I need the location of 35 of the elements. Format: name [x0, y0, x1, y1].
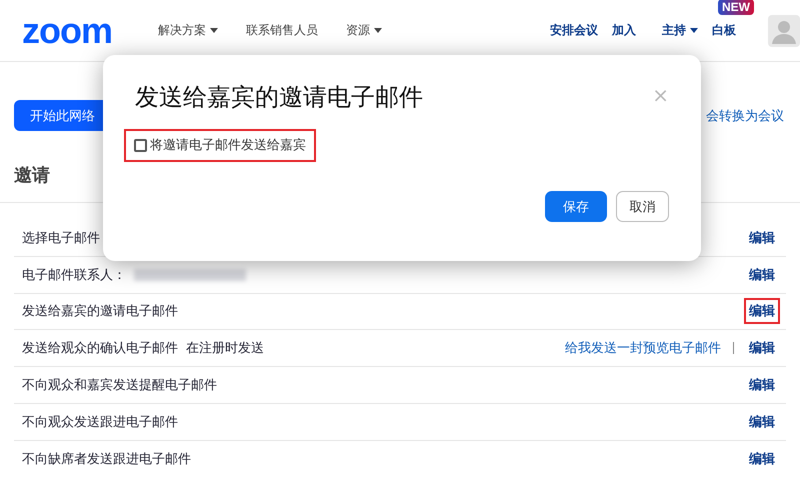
edit-link[interactable]: 编辑 — [746, 226, 778, 249]
cancel-button[interactable]: 取消 — [616, 191, 669, 222]
nav-link[interactable]: 白板 — [712, 22, 736, 39]
setting-label: 选择电子邮件 — [22, 230, 100, 247]
nav-link[interactable]: 解决方案 — [158, 22, 218, 39]
preview-email-link[interactable]: 给我发送一封预览电子邮件 — [565, 339, 721, 358]
save-button[interactable]: 保存 — [545, 191, 607, 222]
edit-link[interactable]: 编辑 — [746, 374, 778, 396]
caret-icon — [374, 28, 382, 33]
edit-link[interactable]: 编辑 — [746, 448, 778, 470]
edit-link[interactable]: 编辑 — [746, 410, 778, 433]
nav-link[interactable]: 主持 — [662, 22, 698, 39]
caret-icon — [210, 28, 218, 33]
nav-link[interactable]: 联系销售人员 — [246, 22, 318, 39]
nav-link[interactable]: 安排会议 — [550, 22, 598, 39]
setting-label: 不向观众发送跟进电子邮件 — [22, 414, 178, 431]
setting-label: 不向观众和嘉宾发送提醒电子邮件 — [22, 377, 217, 394]
new-badge: NEW — [718, 0, 754, 14]
setting-label: 电子邮件联系人： — [22, 266, 126, 284]
setting-value: 在注册时发送 — [186, 340, 264, 358]
edit-link[interactable]: 编辑 — [746, 300, 778, 322]
convert-link[interactable]: 会转换为会议 — [706, 106, 784, 124]
edit-link[interactable]: 编辑 — [746, 337, 778, 360]
avatar-icon[interactable] — [768, 14, 800, 46]
edit-link[interactable]: 编辑 — [746, 264, 778, 286]
nav-link[interactable]: 资源 — [346, 22, 382, 39]
nav-link[interactable]: 加入 — [612, 22, 636, 39]
dialog-title: 发送给嘉宾的邀请电子邮件 — [135, 82, 423, 113]
checkbox-option[interactable]: 将邀请电子邮件发送给嘉宾 — [126, 131, 314, 160]
setting-label: 不向缺席者发送跟进电子邮件 — [22, 451, 191, 468]
tab[interactable]: 邀请 — [14, 159, 50, 203]
setting-label: 发送给观众的确认电子邮件 — [22, 340, 178, 358]
setting-label: 发送给嘉宾的邀请电子邮件 — [22, 303, 178, 320]
zoom-logo[interactable]: zoom — [22, 10, 134, 52]
caret-icon — [690, 28, 698, 33]
